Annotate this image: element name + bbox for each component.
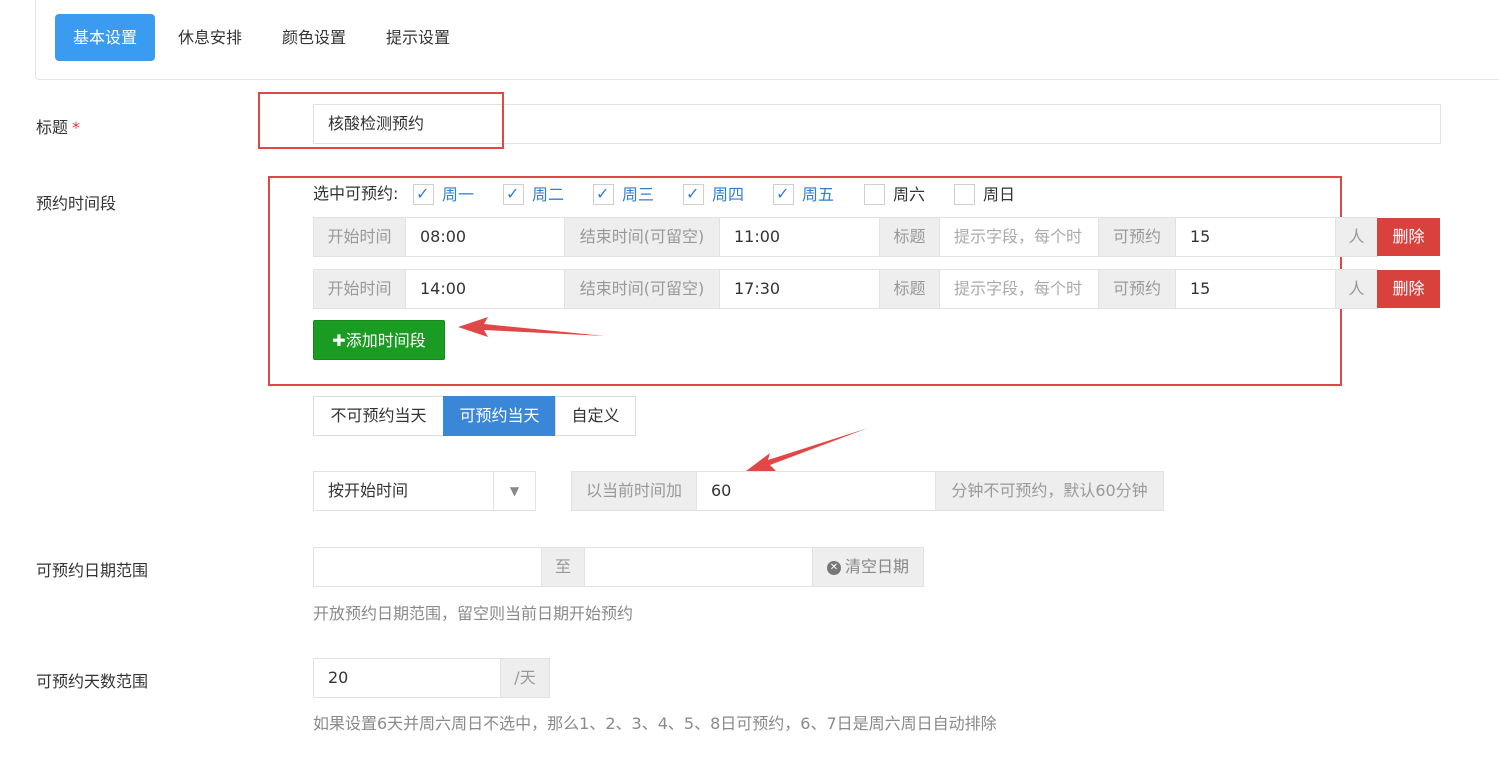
checkbox-empty-icon[interactable] <box>954 184 975 205</box>
slot2-capacity-input[interactable]: 15 <box>1175 269 1336 309</box>
checkbox-checked-icon[interactable] <box>413 183 434 205</box>
title-label: 标题 * <box>36 118 81 137</box>
annotation-arrow-offset <box>746 428 868 471</box>
slot1-start-input[interactable]: 08:00 <box>405 217 565 257</box>
tab-hint-settings[interactable]: 提示设置 <box>368 14 468 61</box>
date-range-label: 可预约日期范围 <box>36 561 149 580</box>
slot1-end-input[interactable]: 11:00 <box>719 217 880 257</box>
offset-suffix-addon: 分钟不可预约，默认60分钟 <box>935 471 1164 511</box>
date-range-hint: 开放预约日期范围，留空则当前日期开始预约 <box>313 604 634 623</box>
weekday-wed[interactable]: 周三 <box>593 183 654 205</box>
checkbox-checked-icon[interactable] <box>773 183 794 205</box>
days-range-input[interactable]: 20 <box>313 658 501 698</box>
tab-rest-schedule[interactable]: 休息安排 <box>160 14 260 61</box>
weekday-fri[interactable]: 周五 <box>773 183 834 205</box>
annotation-box-title <box>258 92 504 149</box>
weekdays-prompt: 选中可预约: <box>313 184 399 203</box>
slot1-unit-addon: 人 <box>1335 217 1378 257</box>
slot1-end-addon: 结束时间(可留空) <box>564 217 720 257</box>
days-range-label: 可预约天数范围 <box>36 672 149 691</box>
checkbox-checked-icon[interactable] <box>593 183 614 205</box>
slot2-start-addon: 开始时间 <box>313 269 406 309</box>
chevron-down-icon[interactable]: ▼ <box>493 471 536 511</box>
time-basis-select[interactable]: 按开始时间 <box>313 471 494 511</box>
option-sameday[interactable]: 可预约当天 <box>443 396 556 436</box>
required-mark: * <box>72 118 81 137</box>
weekday-sat[interactable]: 周六 <box>864 183 925 205</box>
slot1-delete-button[interactable]: 删除 <box>1377 218 1440 256</box>
checkbox-checked-icon[interactable] <box>503 183 524 205</box>
slot2-unit-addon: 人 <box>1335 269 1378 309</box>
days-range-hint: 如果设置6天并周六周日不选中，那么1、2、3、4、5、8日可预约，6、7日是周六… <box>313 714 997 733</box>
slot1-capacity-input[interactable]: 15 <box>1175 217 1336 257</box>
slot2-end-addon: 结束时间(可留空) <box>564 269 720 309</box>
days-unit-addon: /天 <box>500 658 550 698</box>
slot1-start-addon: 开始时间 <box>313 217 406 257</box>
weekday-thu[interactable]: 周四 <box>683 183 744 205</box>
slot2-title-input[interactable]: 提示字段，每个时 <box>939 269 1099 309</box>
date-range-start-input[interactable] <box>313 547 542 587</box>
checkbox-empty-icon[interactable] <box>864 184 885 205</box>
tab-basic-settings[interactable]: 基本设置 <box>55 14 156 61</box>
plus-icon: ✚ <box>332 331 346 350</box>
add-slot-button[interactable]: ✚添加时间段 <box>313 320 445 360</box>
date-range-to-addon: 至 <box>541 547 585 587</box>
checkbox-checked-icon[interactable] <box>683 183 704 205</box>
weekday-mon[interactable]: 周一 <box>413 183 474 205</box>
weekday-tue[interactable]: 周二 <box>503 183 564 205</box>
slot2-title-addon: 标题 <box>879 269 940 309</box>
slot2-end-input[interactable]: 17:30 <box>719 269 880 309</box>
slot1-bookable-addon: 可预约 <box>1098 217 1176 257</box>
slot2-delete-button[interactable]: 删除 <box>1377 270 1440 308</box>
timeslot-label: 预约时间段 <box>36 194 117 213</box>
date-range-end-input[interactable] <box>584 547 813 587</box>
option-custom[interactable]: 自定义 <box>555 396 636 436</box>
slot1-title-input[interactable]: 提示字段，每个时 <box>939 217 1099 257</box>
option-no-sameday[interactable]: 不可预约当天 <box>313 396 444 436</box>
slot1-title-addon: 标题 <box>879 217 940 257</box>
weekday-sun[interactable]: 周日 <box>954 183 1015 205</box>
clear-circle-icon: ✕ <box>826 560 841 575</box>
offset-minutes-input[interactable]: 60 <box>696 471 936 511</box>
annotation-arrow-add <box>458 317 605 337</box>
slot2-start-input[interactable]: 14:00 <box>405 269 565 309</box>
offset-prefix-addon: 以当前时间加 <box>571 471 697 511</box>
clear-date-button[interactable]: ✕ 清空日期 <box>812 547 924 587</box>
slot2-bookable-addon: 可预约 <box>1098 269 1176 309</box>
tab-color-settings[interactable]: 颜色设置 <box>264 14 364 61</box>
